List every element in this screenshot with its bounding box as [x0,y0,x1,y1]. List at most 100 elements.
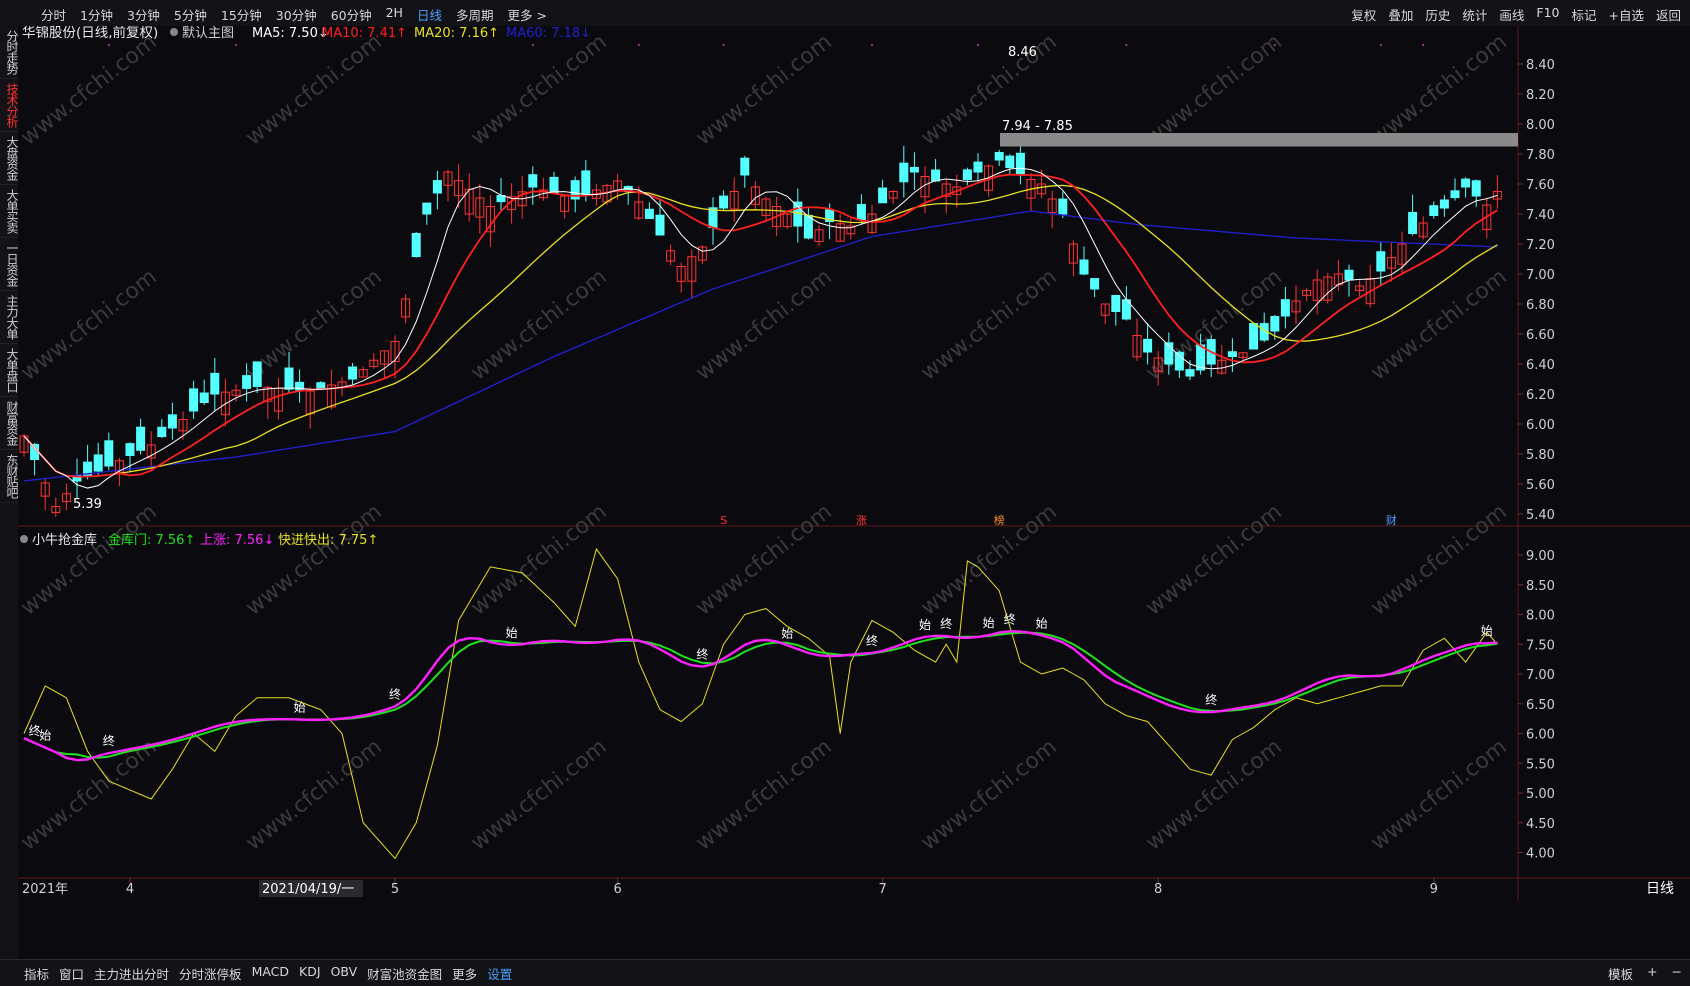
price-tick-label: 8.40 [1526,58,1555,73]
candle-body [655,214,665,236]
candle-body [644,208,654,220]
candle-body [1429,205,1439,217]
indicator-tick-label: 8.00 [1526,609,1555,624]
period-button-4[interactable]: 15分钟 [216,4,267,25]
candle-body [136,426,146,451]
event-marker: S [720,514,727,527]
candle-body [581,170,591,196]
tool-button-8[interactable]: 返回 [1651,4,1686,25]
side-tab-6[interactable]: 大单盘口 [0,344,19,397]
indicator-tick-label: 5.00 [1526,787,1555,802]
tool-button-3[interactable]: 统计 [1457,4,1492,25]
price-tick-label: 6.80 [1526,298,1555,313]
indicator-tab-2[interactable]: 主力进出分时 [90,964,173,983]
signal-end: 终 [1205,692,1217,707]
side-tab-5[interactable]: 主力大单 [0,291,19,344]
tool-button-1[interactable]: 叠加 [1383,4,1418,25]
indicator-tick-label: 5.50 [1526,757,1555,772]
signal-start: 始 [983,616,995,630]
indicator-tick-label: 7.50 [1526,638,1555,653]
signal-start: 始 [781,626,793,640]
template-button-0[interactable]: 模板 [1604,964,1637,983]
indicator-tab-0[interactable]: 指标 [20,964,53,983]
candle-body [157,426,167,437]
tool-button-6[interactable]: 标记 [1566,4,1601,25]
price-tick-label: 7.80 [1526,148,1555,163]
candle-body [1079,259,1089,275]
period-button-10[interactable]: 更多 > [502,4,551,25]
price-tick-label: 8.00 [1526,118,1555,133]
tool-button-7[interactable]: +自选 [1604,4,1649,25]
period-button-6[interactable]: 60分钟 [326,4,377,25]
indicator-tick-label: 4.50 [1526,817,1555,832]
candle-body [1344,269,1354,281]
candle-body [1471,180,1481,197]
candle-body [199,392,209,403]
ma10-legend: MA10: 7.41↑ [322,26,407,41]
tool-button-2[interactable]: 历史 [1420,4,1455,25]
signal-start: 始 [39,729,51,743]
indicator-tab-5[interactable]: KDJ [295,964,325,983]
period-button-5[interactable]: 30分钟 [271,4,322,25]
stock-chart[interactable]: www.cfchi.com www.cfchi.com www.cfchi.com w… [18,26,1690,959]
candle-body [962,169,972,181]
period-button-9[interactable]: 多周期 [451,4,499,25]
candle-body [1450,190,1460,198]
candle-body [528,174,538,188]
indicator-tab-4[interactable]: MACD [248,964,293,983]
indicator-tab-9[interactable]: 设置 [483,964,516,983]
candle-body [994,151,1004,161]
period-button-8[interactable]: 日线 [412,4,447,25]
price-tick-label: 7.20 [1526,238,1555,253]
candle-body [411,232,421,257]
ma5-legend: MA5: 7.50↓ [252,26,329,41]
side-tab-1[interactable]: 技术分析 [0,79,19,132]
side-tab-4[interactable]: 一日资金 [0,238,19,291]
indicator-tab-3[interactable]: 分时涨停板 [175,964,246,983]
signal-end: 终 [389,686,401,701]
signal-start: 始 [506,626,518,640]
tool-button-4[interactable]: 画线 [1494,4,1529,25]
template-button-1[interactable]: + [1643,964,1661,983]
tool-button-5[interactable]: F10 [1531,4,1564,25]
event-marker: 榜 [994,513,1005,527]
side-tab-2[interactable]: 大盘资金 [0,132,19,185]
side-tab-0[interactable]: 分时走势 [0,26,19,79]
indicator-tick-label: 4.00 [1526,847,1555,862]
period-button-0[interactable]: 分时 [36,4,71,25]
candle-body [1408,211,1418,234]
template-button-2[interactable]: − [1668,964,1686,983]
ma60-legend: MA60: 7.18↓ [506,26,591,41]
indicator-tab-1[interactable]: 窗口 [55,964,88,983]
side-tab-3[interactable]: 大单买卖 [0,185,19,238]
indicator-tab-8[interactable]: 更多 [448,964,481,983]
gold-legend: 金库门: 7.56↑ [108,532,195,548]
indicator-tick-label: 6.00 [1526,728,1555,743]
candle-body [1227,351,1237,357]
period-button-1[interactable]: 1分钟 [75,4,118,25]
period-button-2[interactable]: 3分钟 [122,4,165,25]
candle-body [242,375,252,389]
signal-end: 终 [696,647,708,662]
candle-body [348,366,358,380]
candle-body [104,440,114,467]
side-tab-7[interactable]: 财富资金 [0,397,19,450]
candle-body [1090,278,1100,290]
signal-start: 始 [919,618,931,632]
candle-body [210,372,220,395]
candle-body [93,454,103,472]
indicator-title: 小牛抢金库 [32,532,97,548]
indicator-tab-7[interactable]: 财富池资金图 [363,964,446,983]
period-button-3[interactable]: 5分钟 [169,4,212,25]
signal-dot [531,44,534,46]
period-label: 日线 [1646,881,1674,897]
candle-body [1174,351,1184,371]
indicator-tab-6[interactable]: OBV [327,964,362,983]
signal-dot [977,44,979,46]
period-button-7[interactable]: 2H [381,4,408,25]
side-tab-8[interactable]: 东财贴吧 [0,450,19,503]
signal-dot [1273,44,1276,46]
candle-body [1249,323,1259,350]
tool-button-0[interactable]: 复权 [1346,4,1381,25]
candle-body [899,162,909,183]
